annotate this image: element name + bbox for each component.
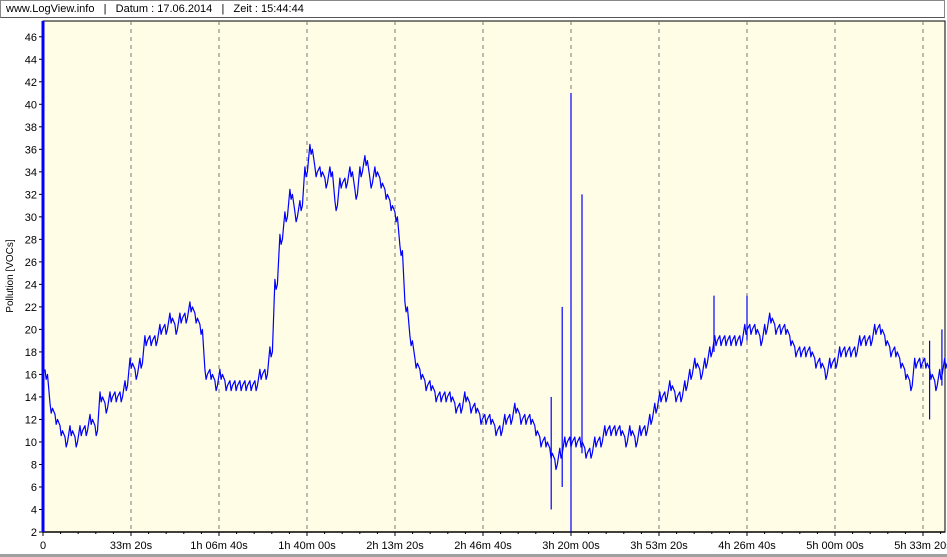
y-axis-label: Pollution [VOCs]	[5, 239, 16, 313]
x-tick-label: 4h 26m 40s	[718, 540, 776, 552]
y-tick-label: 6	[31, 482, 37, 494]
y-tick-label: 38	[25, 122, 37, 134]
x-tick-label: 2h 46m 40s	[454, 540, 512, 552]
x-tick-label: 33m 20s	[110, 540, 153, 552]
y-tick-label: 4	[31, 504, 37, 516]
y-tick-label: 16	[25, 369, 37, 381]
plot-area	[42, 20, 946, 533]
x-tick-label: 2h 13m 20s	[366, 540, 424, 552]
y-tick-label: 34	[25, 167, 37, 179]
y-tick-label: 12	[25, 414, 37, 426]
y-tick-label: 24	[25, 279, 37, 291]
y-tick-label: 40	[25, 99, 37, 111]
y-tick-label: 18	[25, 347, 37, 359]
y-tick-label: 30	[25, 212, 37, 224]
y-tick-label: 22	[25, 302, 37, 314]
x-tick-label: 3h 20m 00s	[542, 540, 600, 552]
x-tick-label: 0	[40, 540, 46, 552]
x-tick-label: 5h 00m 00s	[806, 540, 864, 552]
y-tick-label: 36	[25, 144, 37, 156]
y-tick-label: 28	[25, 234, 37, 246]
x-axis: 0 33m 20s 1h 06m 40s 1h 40m 00s 2h 13m 20s 2h…	[40, 531, 947, 552]
x-tick-label: 3h 53m 20s	[630, 540, 688, 552]
y-tick-label: 8	[31, 459, 37, 471]
y-tick-label: 10	[25, 437, 37, 449]
y-tick-label: 14	[25, 392, 37, 404]
x-tick-label: 1h 06m 40s	[190, 540, 248, 552]
y-tick-label: 26	[25, 257, 37, 269]
y-tick-label: 46	[25, 32, 37, 44]
x-tick-label: 5h 33m 20s	[894, 540, 947, 552]
y-tick-label: 20	[25, 324, 37, 336]
y-tick-label: 44	[25, 54, 37, 66]
y-tick-label: 2	[31, 527, 37, 539]
x-tick-label: 1h 40m 00s	[278, 540, 336, 552]
line-chart: 2468101214161820222426283032343638404244…	[5, 20, 947, 552]
y-axis: 2468101214161820222426283032343638404244…	[25, 21, 44, 539]
y-tick-label: 32	[25, 189, 37, 201]
y-tick-label: 42	[25, 77, 37, 89]
